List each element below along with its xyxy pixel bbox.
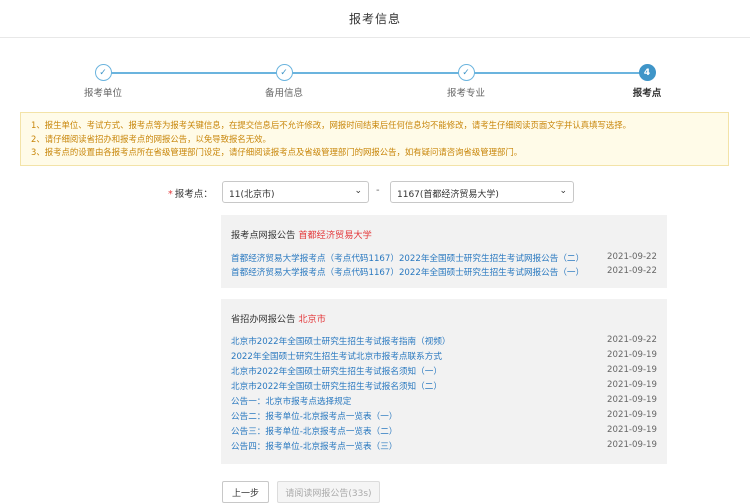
announcement-link[interactable]: 公告二：报考单位-北京报考点一览表（一） xyxy=(231,410,397,422)
prev-step-button[interactable]: 上一步 xyxy=(222,481,269,503)
announcement-row[interactable]: 公告二：报考单位-北京报考点一览表（一） 2021-09-19 xyxy=(231,410,657,424)
province-announcement-panel: 省招办网报公告 北京市 北京市2022年全国硕士研究生招生考试报考指南（视频） 2… xyxy=(221,299,667,464)
step-3-label: 报考专业 xyxy=(446,88,485,99)
read-announcement-button[interactable]: 请阅读网报公告(33s) xyxy=(277,481,380,503)
notice-line-1: 1、报生单位、考试方式、报考点等为报考关键信息，在提交信息后不允许修改，网报时间… xyxy=(31,120,631,130)
announcement-date: 2021-09-19 xyxy=(607,365,657,375)
announcement-date: 2021-09-19 xyxy=(607,380,657,390)
announcement-date: 2021-09-22 xyxy=(607,252,657,262)
announcement-link[interactable]: 北京市2022年全国硕士研究生招生考试报名须知（二） xyxy=(231,380,442,392)
step-1: ✓ 报考单位 xyxy=(63,64,143,99)
announcement-row[interactable]: 北京市2022年全国硕士研究生招生考试报名须知（一） 2021-09-19 xyxy=(231,365,657,379)
check-icon: ✓ xyxy=(457,64,475,81)
announcement-link[interactable]: 公告四：报考单位-北京报考点一览表（三） xyxy=(231,440,397,452)
announcement-row[interactable]: 北京市2022年全国硕士研究生招生考试报考指南（视频） 2021-09-22 xyxy=(231,335,657,349)
site-announcement-org: 首都经济贸易大学 xyxy=(298,230,372,241)
check-icon: ✓ xyxy=(94,64,112,81)
announcement-link[interactable]: 北京市2022年全国硕士研究生招生考试报考指南（视频） xyxy=(231,335,451,347)
exam-site-selector: * 报考点： 11(北京市) ⌄ - 1167(首都经济贸易大学) ⌄ xyxy=(0,181,750,203)
page-title: 报考信息 xyxy=(348,12,401,26)
site-announcement-title: 报考点网报公告 首都经济贸易大学 xyxy=(231,230,372,241)
announcement-date: 2021-09-22 xyxy=(607,266,657,276)
step-4: 4 报考点 xyxy=(607,64,687,99)
province-announcement-org: 北京市 xyxy=(298,314,326,325)
announcement-date: 2021-09-19 xyxy=(607,440,657,450)
page-header: 报考信息 xyxy=(0,0,750,38)
announcement-link[interactable]: 公告一：北京市报考点选择规定 xyxy=(231,395,351,407)
chevron-down-icon: ⌄ xyxy=(354,186,362,196)
step-2: ✓ 备用信息 xyxy=(244,64,324,99)
separator-dash: - xyxy=(376,185,380,196)
announcement-row[interactable]: 北京市2022年全国硕士研究生招生考试报名须知（二） 2021-09-19 xyxy=(231,380,657,394)
notice-line-3: 3、报考点的设置由各报考点所在省级管理部门设定，请仔细阅读报考点及省级管理部门的… xyxy=(31,147,523,157)
step-1-label: 报考单位 xyxy=(83,88,122,99)
chevron-down-icon: ⌄ xyxy=(559,186,567,196)
announcement-date: 2021-09-19 xyxy=(607,410,657,420)
notice-line-2: 2、请仔细阅读省招办和报考点的网报公告，以免导致报名无效。 xyxy=(31,133,271,144)
province-select-value: 11(北京市) xyxy=(229,190,275,200)
site-select-value: 1167(首都经济贸易大学) xyxy=(397,190,499,200)
site-announcement-panel: 报考点网报公告 首都经济贸易大学 首都经济贸易大学报考点（考点代码1167）202… xyxy=(221,215,667,288)
announcement-row[interactable]: 公告四：报考单位-北京报考点一览表（三） 2021-09-19 xyxy=(231,440,657,454)
province-select[interactable]: 11(北京市) ⌄ xyxy=(222,181,369,203)
required-mark: * xyxy=(168,189,173,200)
site-select[interactable]: 1167(首都经济贸易大学) ⌄ xyxy=(390,181,574,203)
announcement-row[interactable]: 首都经济贸易大学报考点（考点代码1167）2022年全国硕士研究生招生考试网报公… xyxy=(231,266,657,280)
announcement-date: 2021-09-19 xyxy=(607,350,657,360)
exam-site-label: * 报考点： xyxy=(168,189,213,200)
announcement-row[interactable]: 公告三：报考单位-北京报考点一览表（二） 2021-09-19 xyxy=(231,425,657,439)
announcement-link[interactable]: 首都经济贸易大学报考点（考点代码1167）2022年全国硕士研究生招生考试网报公… xyxy=(231,252,584,264)
step-4-number: 4 xyxy=(638,64,656,81)
check-icon: ✓ xyxy=(275,64,293,81)
announcement-date: 2021-09-22 xyxy=(607,335,657,345)
step-3: ✓ 报考专业 xyxy=(426,64,506,99)
province-announcement-title: 省招办网报公告 北京市 xyxy=(231,314,326,325)
announcement-row[interactable]: 2022年全国硕士研究生招生考试北京市报考点联系方式 2021-09-19 xyxy=(231,350,657,364)
announcement-link[interactable]: 公告三：报考单位-北京报考点一览表（二） xyxy=(231,425,397,437)
announcement-row[interactable]: 首都经济贸易大学报考点（考点代码1167）2022年全国硕士研究生招生考试网报公… xyxy=(231,252,657,266)
announcement-link[interactable]: 首都经济贸易大学报考点（考点代码1167）2022年全国硕士研究生招生考试网报公… xyxy=(231,266,584,278)
steps-connector-line xyxy=(103,72,644,74)
announcement-date: 2021-09-19 xyxy=(607,425,657,435)
announcement-date: 2021-09-19 xyxy=(607,395,657,405)
step-2-label: 备用信息 xyxy=(264,88,303,99)
step-4-label: 报考点 xyxy=(632,88,662,99)
notice-box: 1、报生单位、考试方式、报考点等为报考关键信息，在提交信息后不允许修改，网报时间… xyxy=(20,112,729,166)
announcement-row[interactable]: 公告一：北京市报考点选择规定 2021-09-19 xyxy=(231,395,657,409)
announcement-link[interactable]: 2022年全国硕士研究生招生考试北京市报考点联系方式 xyxy=(231,350,442,362)
announcement-link[interactable]: 北京市2022年全国硕士研究生招生考试报名须知（一） xyxy=(231,365,442,377)
